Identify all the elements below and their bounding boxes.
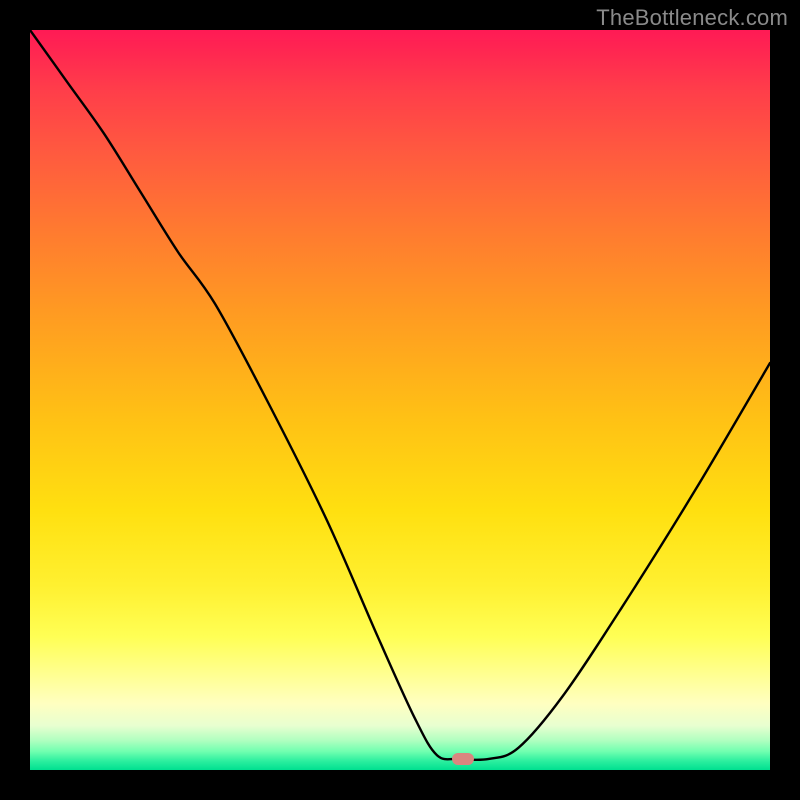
plot-gradient-background bbox=[30, 30, 770, 770]
watermark-text: TheBottleneck.com bbox=[596, 5, 788, 31]
chart-frame: TheBottleneck.com bbox=[0, 0, 800, 800]
